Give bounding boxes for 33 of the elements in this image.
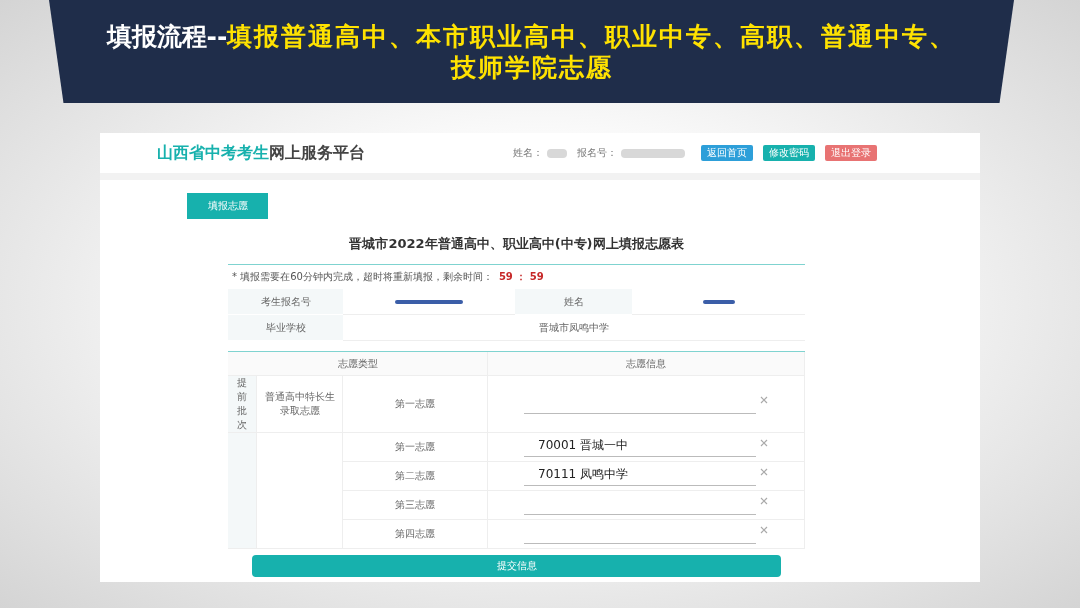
clear-icon[interactable] bbox=[760, 526, 768, 534]
submit-button[interactable]: 提交信息 bbox=[252, 555, 781, 577]
countdown-timer: 59 ： 59 bbox=[498, 270, 544, 284]
table-cell: 第四志愿 bbox=[343, 520, 488, 549]
notice-text: * 填报需要在60分钟内完成，超时将重新填报，剩余时间： bbox=[232, 270, 493, 284]
choice-input-field[interactable]: 70001 晋城一中 bbox=[524, 437, 756, 457]
header-button[interactable]: 修改密码 bbox=[763, 145, 815, 161]
form-title: 晋城市2022年普通高中、职业高中(中专)网上填报志愿表 bbox=[348, 235, 685, 253]
clear-icon[interactable] bbox=[760, 396, 768, 404]
name-label: 姓名： bbox=[513, 146, 543, 160]
choice-input-field[interactable]: 70111 凤鸣中学 bbox=[524, 466, 756, 486]
column-header: 志愿信息 bbox=[488, 352, 805, 376]
table-cell: 提前批次 bbox=[228, 376, 257, 433]
table-cell: 第一志愿 bbox=[343, 433, 488, 462]
clear-icon[interactable] bbox=[760, 439, 768, 447]
header-button[interactable]: 退出登录 bbox=[825, 145, 877, 161]
table-cell: 第二志愿 bbox=[343, 462, 488, 491]
exam-number-label: 报名号： bbox=[577, 146, 617, 160]
field-label: 考生报名号 bbox=[228, 289, 343, 315]
header-button[interactable]: 返回首页 bbox=[701, 145, 753, 161]
tab[interactable]: 填报志愿 bbox=[187, 193, 268, 219]
clear-icon[interactable] bbox=[760, 468, 768, 476]
blurred-name bbox=[547, 148, 567, 158]
column-header: 志愿类型 bbox=[228, 352, 488, 376]
slide-title: 填报流程--填报普通高中、本市职业高中、职业中专、高职、普通中专、技师学院志愿 bbox=[105, 20, 958, 83]
table-cell: 普通高中特长生录取志愿 bbox=[257, 376, 343, 433]
blurred-exam-number bbox=[621, 148, 685, 158]
clear-icon[interactable] bbox=[760, 497, 768, 505]
field-label: 毕业学校 bbox=[228, 315, 343, 341]
field-label: 姓名 bbox=[515, 289, 632, 315]
table-cell: 第一志愿 bbox=[343, 376, 488, 433]
table-cell: 第三志愿 bbox=[343, 491, 488, 520]
site-logo-text: 山西省中考考生网上服务平台 bbox=[157, 142, 365, 164]
